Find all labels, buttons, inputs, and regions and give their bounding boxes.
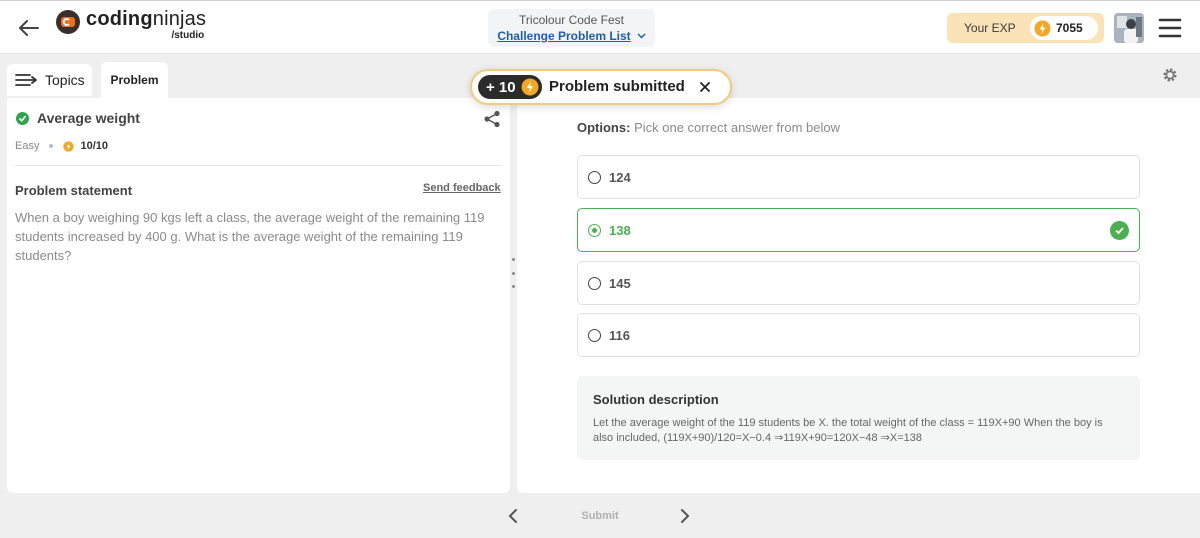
option-124[interactable]: 124 — [577, 155, 1140, 199]
lightning-coin-icon — [521, 78, 539, 96]
exp-label: Your EXP — [964, 21, 1016, 35]
problem-title: Average weight — [37, 110, 140, 126]
toast-message: Problem submitted — [549, 78, 685, 95]
close-icon[interactable] — [698, 80, 712, 94]
radio-button[interactable] — [588, 276, 601, 290]
solution-title: Solution description — [593, 392, 719, 407]
divider — [15, 165, 502, 166]
lightning-coin-icon — [1034, 20, 1051, 36]
correct-check-icon — [1110, 221, 1129, 240]
hamburger-menu-icon[interactable] — [1158, 16, 1182, 40]
option-text: 116 — [609, 327, 630, 343]
options-label: Options: — [577, 120, 631, 135]
radio-button-selected[interactable] — [588, 223, 601, 237]
share-icon[interactable] — [483, 110, 501, 128]
option-text: 145 — [609, 275, 631, 291]
problem-statement-text: When a boy weighing 90 kgs left a class,… — [15, 210, 485, 263]
lightning-coin-icon — [63, 140, 75, 152]
send-feedback-link[interactable]: Send feedback — [423, 182, 501, 194]
radio-button[interactable] — [588, 170, 601, 184]
logo-text-ninjas: ninjas — [152, 8, 207, 30]
submission-toast: + 10 Problem submitted — [470, 69, 732, 105]
problem-meta: Easy 10/10 — [15, 140, 108, 152]
top-header: codingninjas /studio Tricolour Code Fest… — [0, 0, 1200, 54]
option-116[interactable]: 116 — [577, 313, 1140, 357]
topics-menu-icon — [15, 74, 37, 86]
event-name: Tricolour Code Fest — [519, 13, 624, 27]
option-text: 138 — [609, 222, 631, 238]
difficulty-label: Easy — [15, 140, 40, 152]
solution-box: Solution description Let the average wei… — [577, 376, 1140, 460]
exp-value: 7055 — [1056, 21, 1083, 35]
solved-check-icon — [16, 111, 29, 125]
option-138[interactable]: 138 — [577, 208, 1140, 252]
user-avatar[interactable] — [1114, 13, 1144, 43]
submit-button[interactable]: Submit — [569, 505, 631, 527]
tab-topics-label: Topics — [45, 72, 85, 88]
tab-problem[interactable]: Problem — [101, 62, 168, 98]
logo-subtext: /studio — [171, 30, 205, 41]
answer-panel: Options: Pick one correct answer from be… — [517, 98, 1200, 493]
codingninjas-logo[interactable]: codingninjas /studio — [56, 9, 206, 41]
options-heading: Options: Pick one correct answer from be… — [577, 120, 840, 135]
back-arrow-icon[interactable] — [16, 15, 42, 41]
solution-text: Let the average weight of the 119 studen… — [593, 417, 1103, 444]
challenge-list-label: Challenge Problem List — [497, 29, 631, 43]
event-selector: Tricolour Code Fest Challenge Problem Li… — [488, 9, 655, 47]
chevron-right-icon[interactable] — [678, 508, 692, 524]
problem-panel: Average weight Easy 10/10 Problem statem… — [7, 98, 510, 493]
exp-value-chip: 7055 — [1030, 16, 1098, 40]
chevron-left-icon[interactable] — [506, 508, 520, 524]
logo-text-coding: coding — [86, 8, 153, 30]
score-value: 10/10 — [80, 140, 108, 152]
challenge-list-link[interactable]: Challenge Problem List — [497, 29, 646, 43]
option-text: 124 — [609, 169, 631, 185]
radio-button[interactable] — [588, 328, 601, 342]
panel-resize-handle[interactable] — [511, 258, 515, 288]
problem-statement-heading: Problem statement — [15, 183, 133, 198]
points-value: + 10 — [486, 78, 516, 96]
chevron-down-icon — [637, 33, 646, 39]
options-hint: Pick one correct answer from below — [634, 120, 840, 135]
option-145[interactable]: 145 — [577, 261, 1140, 305]
separator-dot — [49, 144, 54, 148]
tab-problem-label: Problem — [110, 73, 159, 87]
exp-widget[interactable]: Your EXP 7055 — [947, 13, 1104, 43]
gear-icon[interactable] — [1162, 67, 1178, 83]
ninja-logo-icon — [56, 10, 80, 34]
problem-title-row: Average weight — [16, 110, 140, 126]
points-badge: + 10 — [478, 75, 542, 99]
tab-topics[interactable]: Topics — [7, 64, 92, 96]
